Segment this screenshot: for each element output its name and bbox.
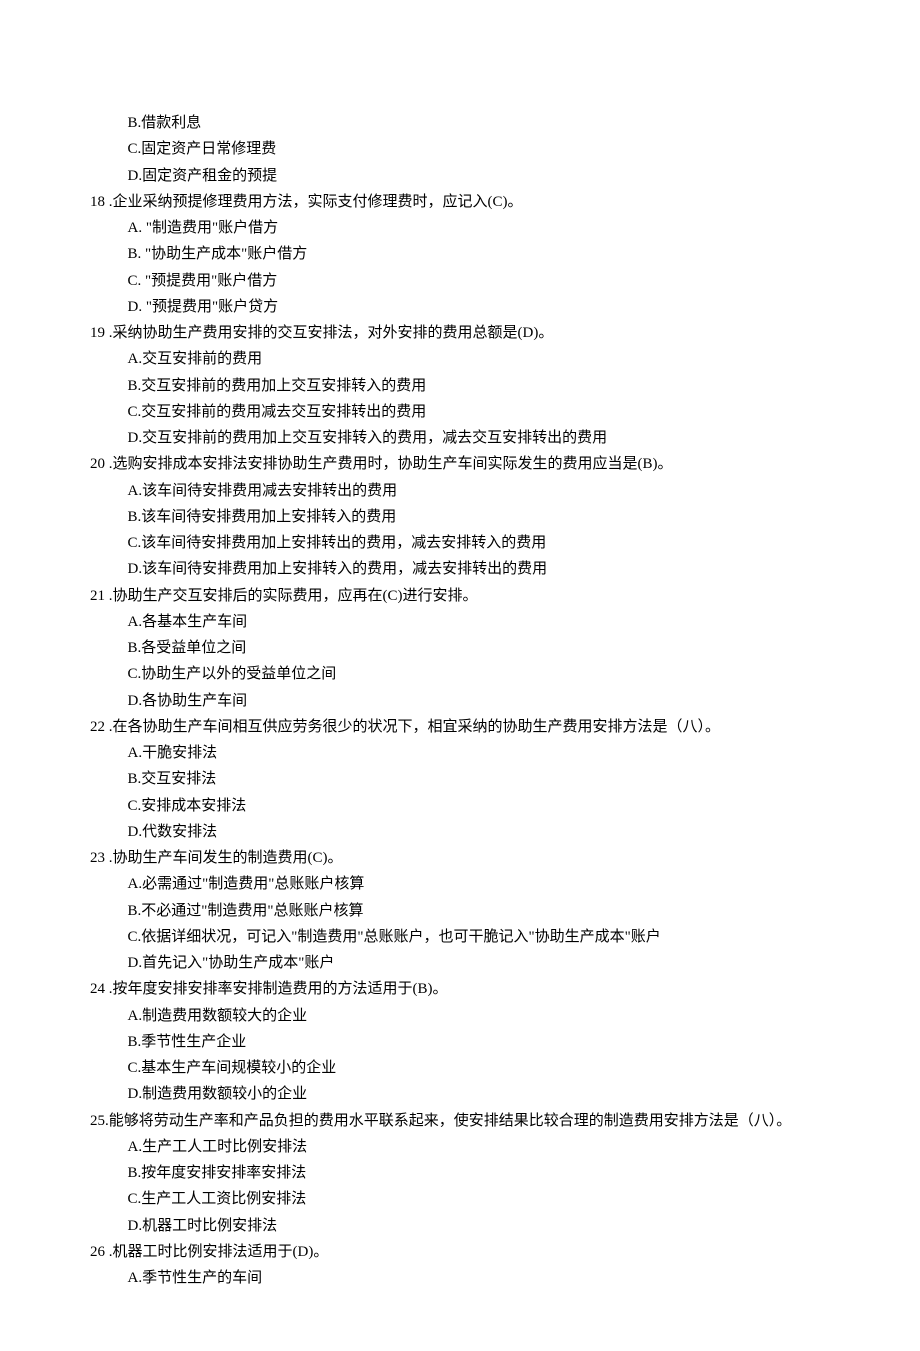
- question-line: 23 .协助生产车间发生的制造费用(C)。: [90, 845, 860, 871]
- option-line: D.交互安排前的费用加上交互安排转入的费用，减去交互安排转出的费用: [90, 425, 860, 451]
- option-line: D.首先记入"协助生产成本"账户: [90, 950, 860, 976]
- question-line: 25.能够将劳动生产率和产品负担的费用水平联系起来，使安排结果比较合理的制造费用…: [90, 1108, 860, 1134]
- option-line: B.按年度安排安排率安排法: [90, 1160, 860, 1186]
- option-line: C.协助生产以外的受益单位之间: [90, 661, 860, 687]
- option-line: A.季节性生产的车间: [90, 1265, 860, 1291]
- option-line: A.必需通过"制造费用"总账账户核算: [90, 871, 860, 897]
- option-line: C.生产工人工资比例安排法: [90, 1186, 860, 1212]
- option-line: B.各受益单位之间: [90, 635, 860, 661]
- option-line: A.干脆安排法: [90, 740, 860, 766]
- option-line: B. "协助生产成本"账户借方: [90, 241, 860, 267]
- option-line: B.交互安排前的费用加上交互安排转入的费用: [90, 373, 860, 399]
- question-line: 26 .机器工时比例安排法适用于(D)。: [90, 1239, 860, 1265]
- option-line: A.生产工人工时比例安排法: [90, 1134, 860, 1160]
- option-line: B.该车间待安排费用加上安排转入的费用: [90, 504, 860, 530]
- option-line: A. "制造费用"账户借方: [90, 215, 860, 241]
- question-line: 20 .选购安排成本安排法安排协助生产费用时，协助生产车间实际发生的费用应当是(…: [90, 451, 860, 477]
- option-line: B.不必通过"制造费用"总账账户核算: [90, 898, 860, 924]
- option-line: A.该车间待安排费用减去安排转出的费用: [90, 478, 860, 504]
- option-line: C.基本生产车间规模较小的企业: [90, 1055, 860, 1081]
- option-line: C.固定资产日常修理费: [90, 136, 860, 162]
- option-line: D.机器工时比例安排法: [90, 1213, 860, 1239]
- question-line: 21 .协助生产交互安排后的实际费用，应再在(C)进行安排。: [90, 583, 860, 609]
- option-line: D.代数安排法: [90, 819, 860, 845]
- option-line: D.制造费用数额较小的企业: [90, 1081, 860, 1107]
- option-line: D.该车间待安排费用加上安排转入的费用，减去安排转出的费用: [90, 556, 860, 582]
- option-line: B.交互安排法: [90, 766, 860, 792]
- option-line: C.交互安排前的费用减去交互安排转出的费用: [90, 399, 860, 425]
- option-line: B.季节性生产企业: [90, 1029, 860, 1055]
- option-line: D.固定资产租金的预提: [90, 163, 860, 189]
- question-line: 18 .企业采纳预提修理费用方法，实际支付修理费时，应记入(C)。: [90, 189, 860, 215]
- option-line: B.借款利息: [90, 110, 860, 136]
- option-line: C. "预提费用"账户借方: [90, 268, 860, 294]
- document-page: B.借款利息C.固定资产日常修理费D.固定资产租金的预提18 .企业采纳预提修理…: [90, 110, 860, 1291]
- option-line: C.安排成本安排法: [90, 793, 860, 819]
- question-line: 24 .按年度安排安排率安排制造费用的方法适用于(B)。: [90, 976, 860, 1002]
- option-line: A.各基本生产车间: [90, 609, 860, 635]
- option-line: D. "预提费用"账户贷方: [90, 294, 860, 320]
- question-line: 22 .在各协助生产车间相互供应劳务很少的状况下，相宜采纳的协助生产费用安排方法…: [90, 714, 860, 740]
- option-line: A.制造费用数额较大的企业: [90, 1003, 860, 1029]
- option-line: C.该车间待安排费用加上安排转出的费用，减去安排转入的费用: [90, 530, 860, 556]
- option-line: D.各协助生产车间: [90, 688, 860, 714]
- option-line: A.交互安排前的费用: [90, 346, 860, 372]
- question-line: 19 .采纳协助生产费用安排的交互安排法，对外安排的费用总额是(D)。: [90, 320, 860, 346]
- option-line: C.依据详细状况，可记入"制造费用"总账账户，也可干脆记入"协助生产成本"账户: [90, 924, 860, 950]
